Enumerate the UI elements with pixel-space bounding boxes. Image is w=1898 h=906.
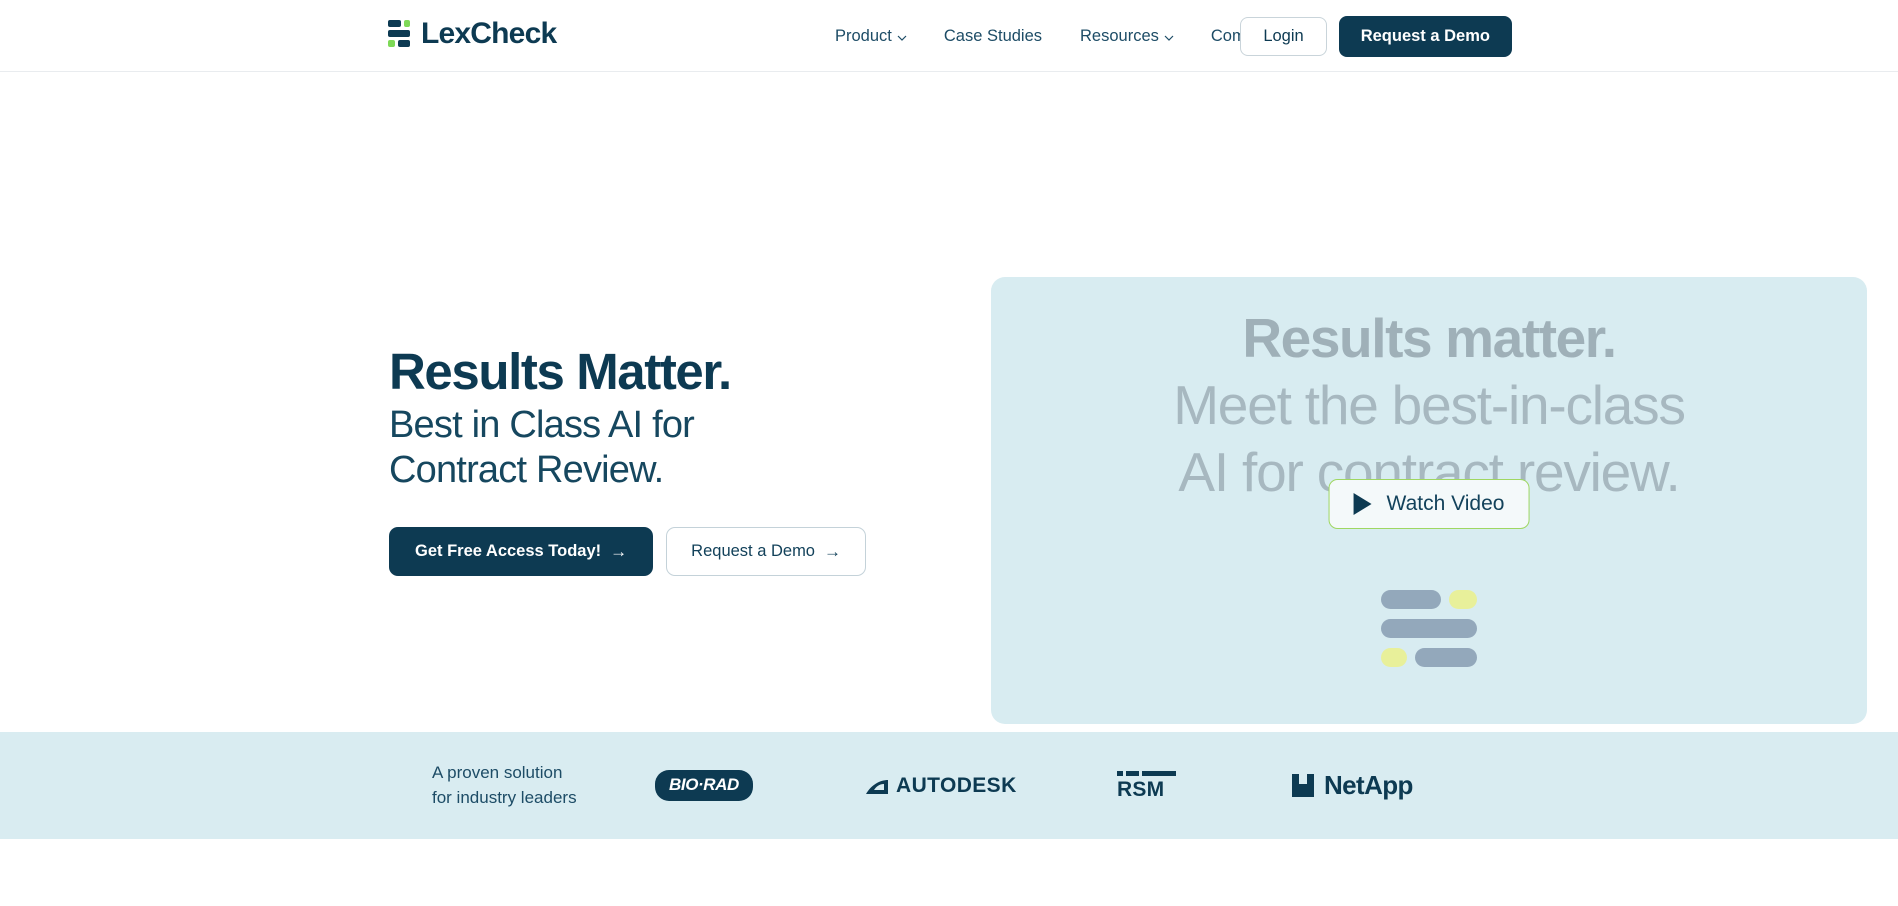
arrow-right-icon: →: [610, 542, 628, 561]
video-panel-line-1: Results matter.: [1242, 307, 1617, 369]
tagline-line-1: A proven solution: [432, 762, 563, 782]
login-button[interactable]: Login: [1240, 16, 1327, 56]
watch-video-button[interactable]: Watch Video: [1328, 479, 1530, 529]
proven-solution-tagline: A proven solution for industry leaders: [432, 761, 577, 810]
pill-decoration: [1449, 590, 1477, 609]
nav-label-resources: Resources: [1080, 26, 1159, 45]
arrow-right-icon: →: [824, 542, 841, 561]
brand-logo-netapp: NetApp: [1292, 770, 1413, 801]
hero-subheadline-line-1: Best in Class AI for: [389, 404, 695, 447]
hero-section: Results Matter. Best in Class AI for Con…: [0, 72, 1898, 732]
video-panel-line-2: Meet the best-in-class: [1173, 374, 1686, 437]
pill-row: [1381, 648, 1477, 667]
site-header: LexCheck Product Case Studies Resources …: [0, 0, 1898, 72]
decorative-pill-stack: [1381, 590, 1477, 667]
pill-row: [1381, 619, 1477, 638]
get-free-access-label: Get Free Access Today!: [415, 542, 602, 560]
rsm-wordmark: RSM: [1117, 778, 1165, 801]
chevron-down-icon: [897, 35, 907, 41]
hero-video-panel[interactable]: Results matter. Meet the best-in-class A…: [991, 277, 1867, 724]
autodesk-mark-icon: [866, 778, 888, 794]
biorad-wordmark: BIO·RAD: [655, 770, 753, 801]
request-demo-button-header[interactable]: Request a Demo: [1338, 15, 1512, 57]
logo-wordmark: LexCheck: [421, 16, 557, 50]
main-navigation: Product Case Studies Resources Company: [835, 0, 1296, 72]
pill-decoration: [1415, 648, 1477, 667]
chevron-down-icon: [1164, 35, 1174, 41]
hero-subheadline: Best in Class AI for Contract Review.: [389, 403, 909, 493]
pill-decoration: [1381, 648, 1407, 667]
customer-logo-strip: A proven solution for industry leaders B…: [0, 732, 1898, 839]
hero-subheadline-line-2: Contract Review.: [389, 448, 664, 491]
nav-label-case-studies: Case Studies: [943, 26, 1043, 45]
hero-headline: Results Matter.: [389, 343, 732, 400]
watch-video-label: Watch Video: [1386, 492, 1505, 515]
tagline-line-2: for industry leaders: [432, 787, 577, 807]
nav-item-resources[interactable]: Resources: [1080, 26, 1174, 46]
nav-item-product[interactable]: Product: [835, 26, 907, 46]
hero-cta-group: Get Free Access Today! → Request a Demo …: [389, 527, 866, 576]
lexcheck-logo-mark-icon: [388, 17, 410, 50]
video-panel-text: Results matter. Meet the best-in-class A…: [991, 305, 1867, 506]
request-demo-button-hero[interactable]: Request a Demo →: [666, 527, 866, 576]
request-demo-label-hero: Request a Demo: [691, 542, 815, 560]
pill-row: [1381, 590, 1477, 609]
pill-decoration: [1381, 619, 1477, 638]
nav-label-product: Product: [835, 26, 892, 45]
hero-copy: Results Matter. Best in Class AI for Con…: [389, 344, 909, 493]
get-free-access-button[interactable]: Get Free Access Today! →: [389, 527, 654, 576]
pill-decoration: [1381, 590, 1441, 609]
header-actions: Login Request a Demo: [1240, 0, 1512, 72]
netapp-wordmark: NetApp: [1324, 770, 1413, 800]
brand-logo-autodesk: AUTODESK: [866, 774, 1017, 798]
brand-logo-biorad: BIO·RAD: [655, 770, 753, 801]
lexcheck-logo[interactable]: LexCheck: [388, 16, 557, 50]
brand-logo-rsm: RSM: [1117, 771, 1176, 800]
autodesk-wordmark: AUTODESK: [896, 773, 1017, 797]
nav-item-case-studies[interactable]: Case Studies: [944, 27, 1042, 46]
play-icon: [1353, 493, 1372, 515]
netapp-mark-icon: [1292, 774, 1314, 797]
rsm-mark-icon: [1117, 771, 1176, 776]
